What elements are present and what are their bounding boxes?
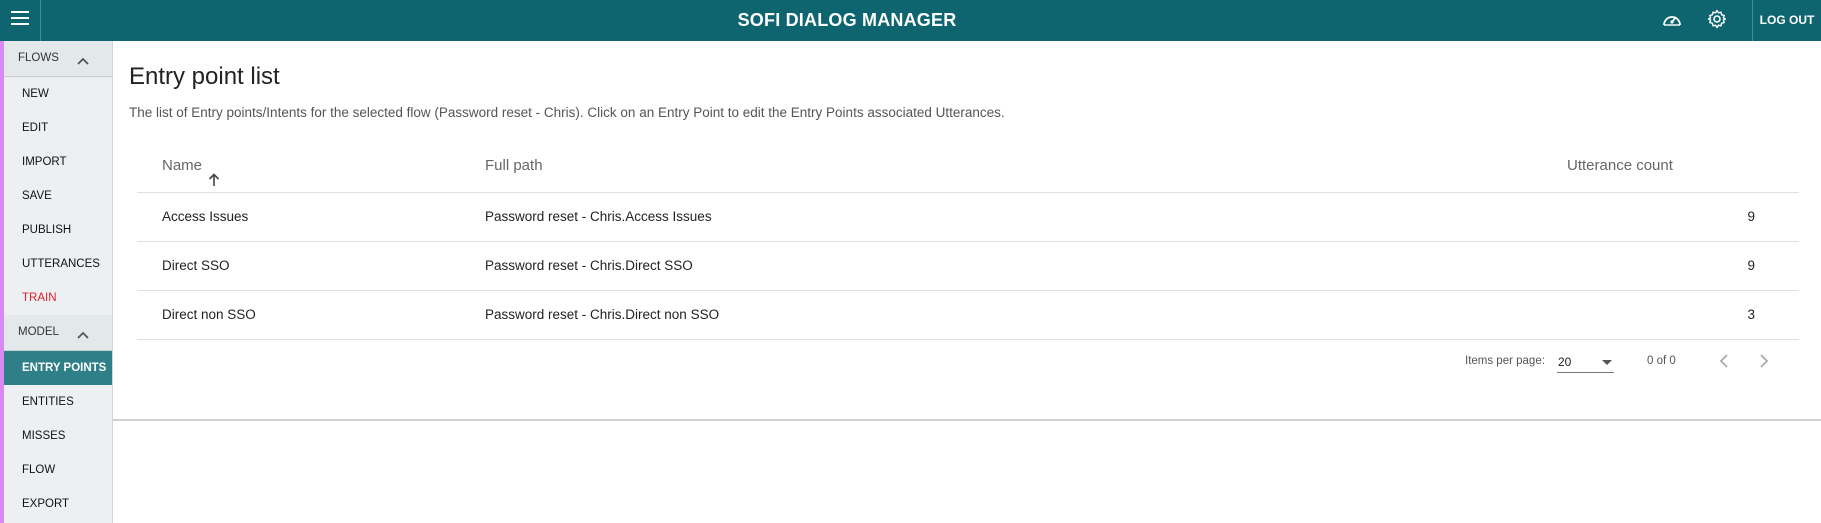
- settings-button[interactable]: [1705, 9, 1729, 33]
- cell-name: Direct SSO: [162, 258, 230, 273]
- previous-page-button[interactable]: [1710, 349, 1738, 377]
- sidebar-item-train[interactable]: TRAIN: [4, 281, 112, 315]
- cell-full-path: Password reset - Chris.Direct SSO: [485, 258, 693, 273]
- gear-icon: [1707, 9, 1727, 34]
- top-app-bar: SOFI DIALOG MANAGER LOG OUT: [0, 0, 1821, 41]
- table-header: Name Full path Utterance count: [137, 139, 1799, 193]
- logout-button[interactable]: LOG OUT: [1753, 0, 1821, 41]
- page-description: The list of Entry points/Intents for the…: [129, 105, 1005, 120]
- sidebar-section-model[interactable]: MODEL: [4, 315, 112, 351]
- table-row[interactable]: Access Issues Password reset - Chris.Acc…: [137, 193, 1799, 242]
- menu-button[interactable]: [0, 0, 41, 41]
- column-header-full-path: Full path: [485, 157, 543, 174]
- sidebar-item-entry-points[interactable]: ENTRY POINTS: [4, 351, 112, 385]
- sidebar-item-misses[interactable]: MISSES: [4, 419, 112, 453]
- sidebar-section-label: FLOWS: [18, 52, 59, 64]
- cell-utterance-count: 3: [1747, 307, 1755, 322]
- column-header-label: Name: [162, 157, 203, 174]
- next-page-button[interactable]: [1750, 349, 1778, 377]
- sidebar-item-edit[interactable]: EDIT: [4, 111, 112, 145]
- dashboard-button[interactable]: [1660, 9, 1684, 33]
- sidebar-item-save[interactable]: SAVE: [4, 179, 112, 213]
- sidebar-item-utterances[interactable]: UTTERANCES: [4, 247, 112, 281]
- items-per-page-label: Items per page:: [1465, 355, 1545, 367]
- paginator: Items per page: 20 0 of 0: [137, 343, 1799, 383]
- cell-name: Access Issues: [162, 209, 249, 224]
- entry-point-table: Name Full path Utterance count Access Is…: [137, 139, 1799, 340]
- sidebar-item-flow[interactable]: FLOW: [4, 453, 112, 487]
- dashboard-icon: [1661, 9, 1683, 34]
- items-per-page-value: 20: [1558, 355, 1572, 369]
- sidebar-section-flows[interactable]: FLOWS: [4, 41, 112, 77]
- cell-name: Direct non SSO: [162, 307, 256, 322]
- cell-full-path: Password reset - Chris.Direct non SSO: [485, 307, 720, 322]
- table-row[interactable]: Direct SSO Password reset - Chris.Direct…: [137, 242, 1799, 291]
- caret-down-icon: [1602, 360, 1612, 365]
- sidebar-item-publish[interactable]: PUBLISH: [4, 213, 112, 247]
- chevron-left-icon: [1718, 353, 1730, 374]
- sidebar-item-new[interactable]: NEW: [4, 77, 112, 111]
- column-header-utterance-count: Utterance count: [1567, 157, 1673, 174]
- cell-full-path: Password reset - Chris.Access Issues: [485, 209, 712, 224]
- menu-icon: [11, 11, 29, 30]
- chevron-up-icon: [76, 323, 90, 339]
- app-title: SOFI DIALOG MANAGER: [737, 10, 957, 30]
- sidebar-item-entities[interactable]: ENTITIES: [4, 385, 112, 419]
- cell-utterance-count: 9: [1747, 209, 1755, 224]
- table-row[interactable]: Direct non SSO Password reset - Chris.Di…: [137, 291, 1799, 340]
- sidebar-item-export[interactable]: EXPORT: [4, 487, 112, 521]
- sidebar: FLOWS NEW EDIT IMPORT SAVE PUBLISH UTTER…: [0, 41, 113, 523]
- page-range-label: 0 of 0: [1647, 355, 1676, 367]
- chevron-right-icon: [1758, 353, 1770, 374]
- items-per-page-select[interactable]: 20: [1557, 351, 1614, 373]
- page-title: Entry point list: [129, 63, 280, 90]
- cell-utterance-count: 9: [1747, 258, 1755, 273]
- sidebar-item-import[interactable]: IMPORT: [4, 145, 112, 179]
- main-content: Entry point list The list of Entry point…: [113, 41, 1821, 421]
- sidebar-section-label: MODEL: [18, 326, 59, 338]
- chevron-up-icon: [76, 49, 90, 65]
